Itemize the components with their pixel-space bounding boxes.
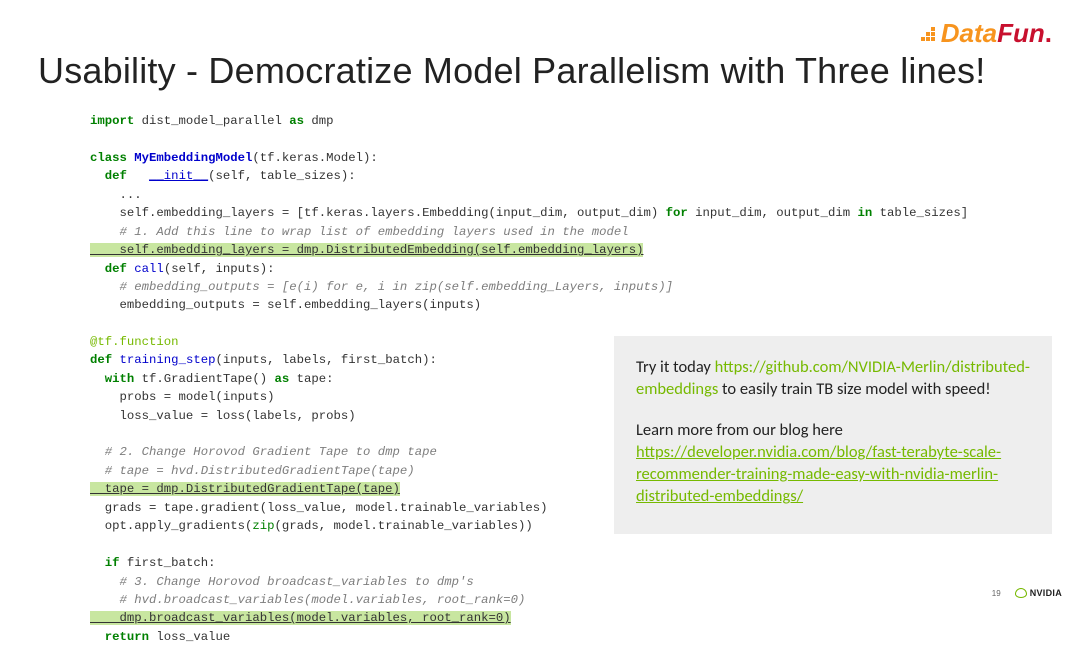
code-text: (tf.keras.Model): xyxy=(252,151,377,165)
kw-as: as xyxy=(274,372,289,386)
fn-init: __init__ xyxy=(149,169,208,183)
code-text: (self, inputs): xyxy=(164,262,275,276)
kw-import: import xyxy=(90,114,134,128)
kw-as: as xyxy=(289,114,304,128)
info-text: Try it today xyxy=(636,357,715,377)
code-text: dist_model_parallel xyxy=(134,114,289,128)
code-text: dmp xyxy=(304,114,334,128)
info-paragraph-1: Try it today https://github.com/NVIDIA-M… xyxy=(636,356,1030,401)
slide-footer: 19 NVIDIA xyxy=(992,588,1062,598)
code-comment: # 3. Change Horovod broadcast_variables … xyxy=(90,575,474,589)
code-text: ... xyxy=(90,188,142,202)
code-comment: # hvd.broadcast_variables(model.variable… xyxy=(90,593,525,607)
nvidia-logo: NVIDIA xyxy=(1015,588,1062,598)
kw-in: in xyxy=(857,206,872,220)
code-comment: # embedding_outputs = [e(i) for e, i in … xyxy=(90,280,673,294)
code-text: self.embedding_layers = [tf.keras.layers… xyxy=(90,206,666,220)
logo-dots-icon xyxy=(921,25,939,43)
kw-def: def xyxy=(90,262,134,276)
code-text: (self, table_sizes): xyxy=(208,169,356,183)
code-text: embedding_outputs = self.embedding_layer… xyxy=(90,298,481,312)
code-text: (grads, model.trainable_variables)) xyxy=(275,519,533,533)
nvidia-eye-icon xyxy=(1015,588,1027,598)
code-text: (inputs, labels, first_batch): xyxy=(215,353,436,367)
kw-return: return xyxy=(90,630,156,644)
code-text: probs = model(inputs) xyxy=(90,390,274,404)
code-text: loss_value = loss(labels, probs) xyxy=(90,409,356,423)
kw-def: def xyxy=(90,169,149,183)
kw-def: def xyxy=(90,353,120,367)
code-text: loss_value xyxy=(156,630,230,644)
code-text: first_batch: xyxy=(127,556,216,570)
kw-for: for xyxy=(666,206,688,220)
code-text: grads = tape.gradient(loss_value, model.… xyxy=(90,501,548,515)
class-name: MyEmbeddingModel xyxy=(134,151,252,165)
kw-if: if xyxy=(90,556,127,570)
code-text: tape: xyxy=(289,372,333,386)
blog-link[interactable]: https://developer.nvidia.com/blog/fast-t… xyxy=(636,442,1001,507)
highlighted-line-2: tape = dmp.DistributedGradientTape(tape) xyxy=(90,482,400,496)
nvidia-text: NVIDIA xyxy=(1030,588,1062,598)
page-number: 19 xyxy=(992,589,1001,598)
code-text: tf.GradientTape() xyxy=(142,372,275,386)
logo-text-fun: Fun xyxy=(997,18,1045,49)
slide-title: Usability - Democratize Model Parallelis… xyxy=(38,50,985,92)
builtin-zip: zip xyxy=(252,519,274,533)
info-text: Learn more from our blog here xyxy=(636,420,843,440)
highlighted-line-3: dmp.broadcast_variables(model.variables,… xyxy=(90,611,511,625)
datafun-logo: DataFun. xyxy=(921,18,1052,49)
logo-text-data: Data xyxy=(941,18,997,49)
info-callout: Try it today https://github.com/NVIDIA-M… xyxy=(614,336,1052,534)
code-comment: # tape = hvd.DistributedGradientTape(tap… xyxy=(90,464,415,478)
highlighted-line-1: self.embedding_layers = dmp.DistributedE… xyxy=(90,243,643,257)
code-text: input_dim, output_dim xyxy=(688,206,858,220)
info-text: to easily train TB size model with speed… xyxy=(718,379,990,399)
code-text: table_sizes] xyxy=(872,206,968,220)
logo-dot: . xyxy=(1045,18,1052,49)
decorator: @tf.function xyxy=(90,335,179,349)
fn-training-step: training_step xyxy=(120,353,216,367)
info-paragraph-2: Learn more from our blog here https://de… xyxy=(636,419,1030,508)
fn-call: call xyxy=(134,262,164,276)
code-text: opt.apply_gradients( xyxy=(90,519,252,533)
code-comment: # 1. Add this line to wrap list of embed… xyxy=(90,225,629,239)
code-comment: # 2. Change Horovod Gradient Tape to dmp… xyxy=(90,445,437,459)
kw-with: with xyxy=(90,372,142,386)
kw-class: class xyxy=(90,151,134,165)
